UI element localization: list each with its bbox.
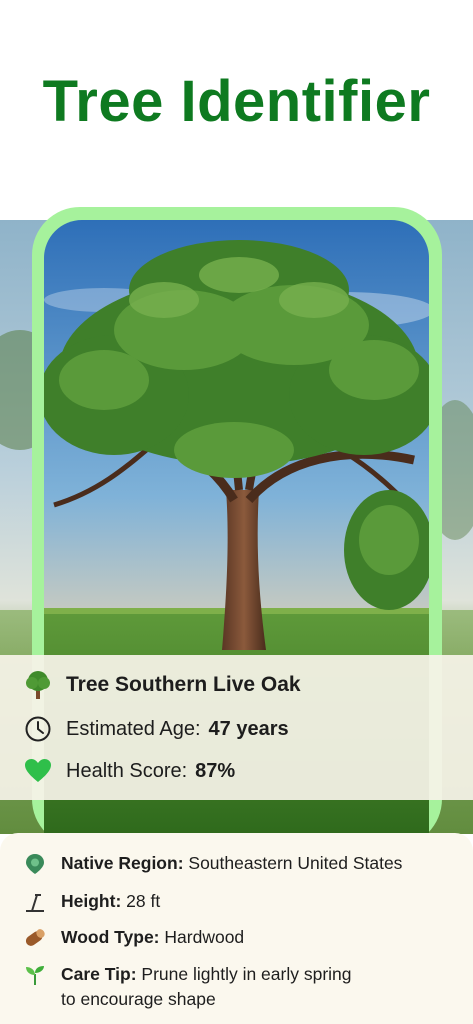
summary-card: Tree Southern Live Oak Estimated Age: 47… (0, 655, 473, 800)
details-card: Native Region: Southeastern United State… (0, 833, 473, 1024)
wood-value: Hardwood (164, 927, 245, 947)
tree-icon (22, 669, 54, 701)
height-value: 28 ft (126, 891, 161, 911)
region-label: Native Region: (61, 853, 184, 873)
care-label: Care Tip: (61, 964, 137, 984)
height-row: Height: 28 ft (22, 889, 160, 914)
measure-icon (22, 889, 48, 914)
sprout-icon (22, 962, 48, 987)
care-value-line1: Prune lightly in early spring (141, 964, 352, 984)
clock-icon (22, 713, 54, 745)
care-row: Care Tip: Prune lightly in early spring … (22, 962, 352, 1012)
region-value: Southeastern United States (188, 853, 403, 873)
age-label: Estimated Age: (66, 717, 201, 740)
globe-pin-icon (22, 851, 48, 876)
age-value: 47 years (208, 717, 289, 740)
health-label: Health Score: (66, 759, 188, 782)
heart-icon (22, 755, 54, 787)
region-row: Native Region: Southeastern United State… (22, 851, 402, 876)
app-title: Tree Identifier (42, 69, 431, 134)
care-value-line2: to encourage shape (61, 989, 216, 1009)
age-row: Estimated Age: 47 years (22, 713, 289, 745)
species-row: Tree Southern Live Oak (22, 669, 301, 701)
health-row: Health Score: 87% (22, 755, 235, 787)
wood-log-icon (22, 925, 48, 950)
wood-label: Wood Type: (61, 927, 160, 947)
wood-row: Wood Type: Hardwood (22, 925, 244, 950)
health-value: 87% (195, 759, 236, 782)
species-name: Tree Southern Live Oak (66, 673, 301, 696)
height-label: Height: (61, 891, 122, 911)
